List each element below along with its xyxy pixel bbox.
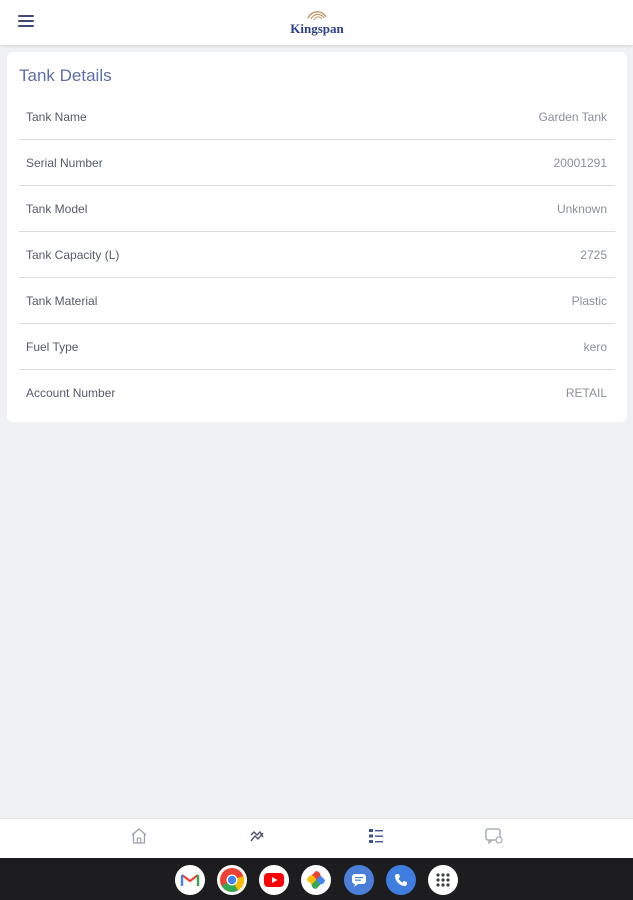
detail-row-tank-material: Tank Material Plastic	[19, 278, 615, 324]
detail-row-tank-capacity: Tank Capacity (L) 2725	[19, 232, 615, 278]
detail-row-tank-model: Tank Model Unknown	[19, 186, 615, 232]
row-value: Garden Tank	[538, 109, 608, 124]
chrome-icon[interactable]	[217, 865, 247, 895]
row-value: Unknown	[556, 201, 607, 216]
row-label: Account Number	[26, 386, 116, 400]
detail-row-serial-number: Serial Number 20001291	[19, 140, 615, 186]
list-icon[interactable]	[365, 825, 387, 847]
chat-icon[interactable]	[483, 825, 505, 847]
hamburger-menu-icon[interactable]	[18, 15, 34, 29]
bottom-navigation	[0, 818, 633, 858]
app-drawer-icon[interactable]	[428, 865, 458, 895]
app-header: Kingspan	[0, 0, 633, 45]
row-label: Tank Capacity (L)	[26, 247, 120, 262]
card-title: Tank Details	[19, 66, 112, 85]
gmail-icon[interactable]	[175, 865, 205, 895]
messages-icon[interactable]	[344, 865, 374, 895]
row-value: 2725	[580, 247, 607, 262]
home-icon[interactable]	[128, 825, 150, 847]
detail-row-tank-name: Tank Name Garden Tank	[19, 94, 615, 140]
row-label: Tank Model	[26, 201, 88, 216]
row-label: Fuel Type	[26, 339, 79, 354]
row-label: Tank Material	[26, 293, 98, 308]
system-dock	[0, 858, 633, 900]
tank-details-card: Tank Details Tank Name Garden Tank Seria…	[7, 52, 627, 422]
youtube-icon[interactable]	[259, 865, 289, 895]
row-value: kero	[583, 339, 607, 354]
photos-icon[interactable]	[301, 865, 331, 895]
trend-icon[interactable]	[246, 825, 268, 847]
row-value: RETAIL	[565, 386, 607, 400]
detail-row-fuel-type: Fuel Type kero	[19, 324, 615, 370]
row-label: Tank Name	[26, 109, 87, 124]
kingspan-logo: Kingspan	[282, 8, 352, 40]
row-label: Serial Number	[26, 155, 103, 170]
logo-text: Kingspan	[290, 21, 344, 36]
details-list: Tank Name Garden Tank Serial Number 2000…	[19, 94, 615, 416]
phone-icon[interactable]	[386, 865, 416, 895]
detail-row-account-number: Account Number RETAIL	[19, 370, 615, 416]
row-value: 20001291	[553, 155, 607, 170]
row-value: Plastic	[571, 293, 607, 308]
